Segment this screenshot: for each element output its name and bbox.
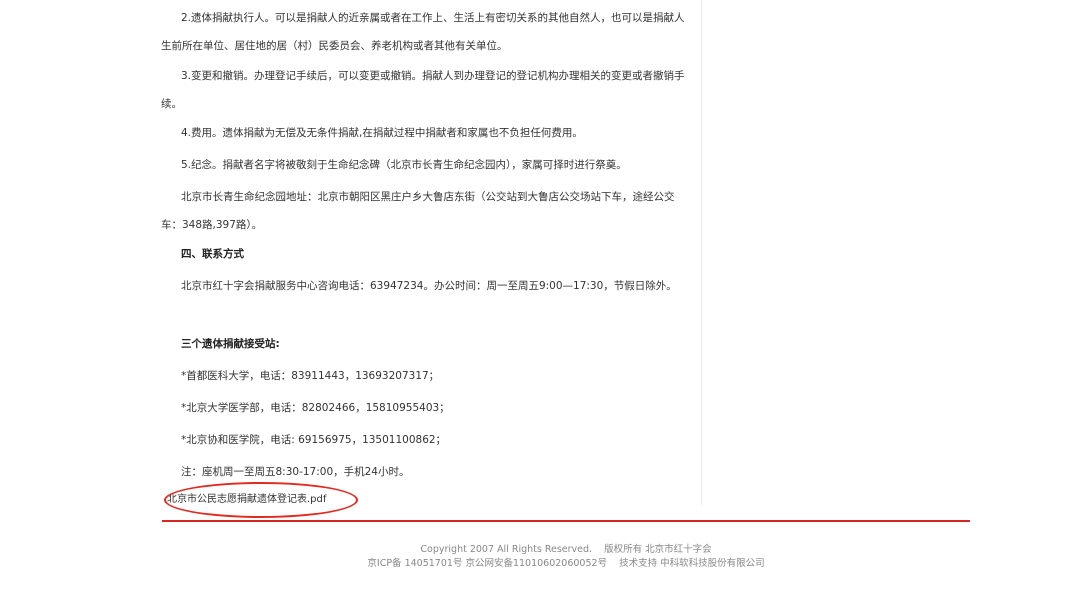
note-hours: 注：座机周一至周五8:30-17:00，手机24小时。 [181, 466, 410, 478]
stations-heading: 三个遗体捐献接受站: [181, 338, 280, 350]
station-item-peking-university: *北京大学医学部，电话：82802466，15810955403； [181, 402, 450, 414]
footer-line-icp: 京ICP备 14051701号 京公网安备11010602060052号 技术支持… [162, 557, 970, 571]
paragraph-change-cancel: 3.变更和撤销。办理登记手续后，可以变更或撤销。捐献人到办理登记的登记机构办理相… [161, 70, 685, 110]
article-body: 2.遗体捐献执行人。可以是捐献人的近亲属或者在工作上、生活上有密切关系的其他自然… [161, 0, 702, 505]
footer-owner: 版权所有 北京市红十字会 [604, 544, 712, 555]
footer-copyright: Copyright 2007 All Rights Reserved. [420, 544, 593, 555]
attachment-pdf-link[interactable]: 北京市公民志愿捐献遗体登记表.pdf [167, 490, 326, 505]
footer-icp: 京ICP备 14051701号 京公网安备11010602060052号 [367, 558, 608, 569]
page: 2.遗体捐献执行人。可以是捐献人的近亲属或者在工作上、生活上有密切关系的其他自然… [0, 0, 1080, 594]
footer-support: 技术支持 中科软科技股份有限公司 [619, 558, 765, 569]
paragraph-executor: 2.遗体捐献执行人。可以是捐献人的近亲属或者在工作上、生活上有密切关系的其他自然… [161, 12, 685, 52]
station-item-peking-union: *北京协和医学院，电话: 69156975，13501100862； [181, 434, 447, 446]
section-heading-contact: 四、联系方式 [181, 248, 244, 260]
paragraph-memorial-address: 北京市长青生命纪念园地址：北京市朝阳区黑庄户乡大鲁店东街（公交站到大鲁店公交场站… [161, 191, 675, 231]
paragraph-cost: 4.费用。遗体捐献为无偿及无条件捐献,在捐献过程中捐献者和家属也不负担任何费用。 [181, 127, 583, 139]
footer-line-copyright: Copyright 2007 All Rights Reserved. 版权所有 … [162, 543, 970, 557]
station-item-capital-medical: *首都医科大学，电话：83911443，13693207317； [181, 370, 440, 382]
paragraph-memorial: 5.纪念。捐献者名字将被敬刻于生命纪念碑（北京市长青生命纪念园内），家属可择时进… [181, 159, 627, 171]
site-footer: Copyright 2007 All Rights Reserved. 版权所有 … [162, 543, 970, 571]
footer-divider [162, 520, 970, 522]
paragraph-hotline: 北京市红十字会捐献服务中心咨询电话：63947234。办公时间：周一至周五9:0… [181, 280, 677, 292]
